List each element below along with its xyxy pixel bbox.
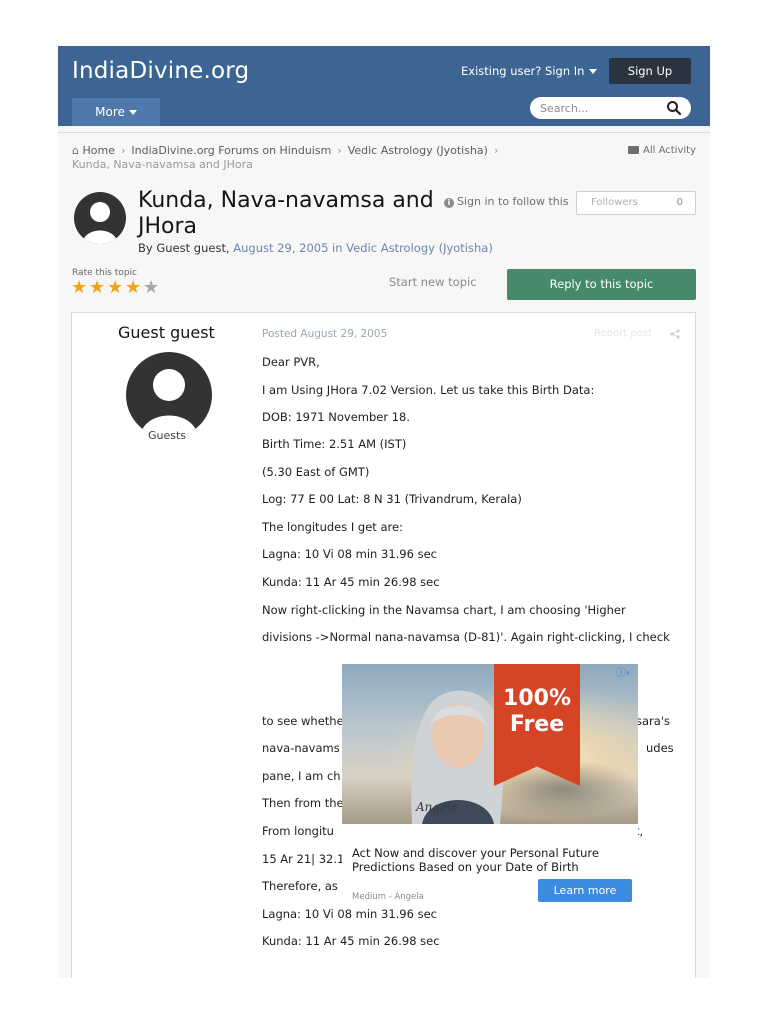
site-logo[interactable]: IndiaDivine.org [72, 58, 249, 84]
breadcrumb-current: Kunda, Nava-navamsa and JHora [72, 158, 253, 171]
star-icon-1[interactable]: ★ [71, 279, 89, 297]
search-box [530, 97, 691, 119]
followers-button[interactable]: Followers 0 [576, 191, 696, 215]
ad-source: Medium - Angela [352, 892, 424, 902]
post-text-fragment: From longitu [262, 824, 334, 838]
more-label: More [95, 105, 125, 119]
post-text-line: divisions ->Normal nana-navamsa (D-81)'.… [262, 630, 670, 644]
post-text-line: Dear PVR, [262, 355, 320, 369]
start-new-topic-link[interactable]: Start new topic [389, 275, 477, 289]
byline-prefix: By [138, 241, 153, 255]
all-activity-link[interactable]: All Activity [628, 145, 696, 156]
post-date[interactable]: Posted August 29, 2005 [262, 328, 387, 340]
breadcrumb-home[interactable]: Home [82, 144, 114, 157]
followers-label: Followers [591, 197, 638, 208]
topic-title: Kunda, Nava-navamsa and JHora [138, 188, 434, 239]
post-author-name[interactable]: Guest guest [118, 323, 215, 342]
report-post-link[interactable]: Report post [594, 328, 652, 339]
sign-up-button[interactable]: Sign Up [609, 58, 691, 84]
post-text-fragment: Then from the [262, 796, 344, 810]
advertisement[interactable]: 100% Free Angela ⓘ› Act Now and discover… [342, 664, 638, 908]
header-divider [58, 132, 710, 133]
post-text-line: The longitudes I get are: [262, 520, 403, 534]
reply-button[interactable]: Reply to this topic [507, 269, 696, 300]
post-text-line: Log: 77 E 00 Lat: 8 N 31 (Trivandrum, Ke… [262, 492, 522, 506]
share-icon[interactable] [670, 329, 680, 339]
breadcrumb: ⌂ Home › IndiaDivine.org Forums on Hinduis… [72, 144, 542, 172]
chevron-right-icon: › [337, 144, 342, 157]
post-text-line: (5.30 East of GMT) [262, 465, 370, 479]
all-activity-label: All Activity [643, 145, 696, 156]
star-icon-4[interactable]: ★ [125, 279, 143, 297]
breadcrumb-forums[interactable]: IndiaDivine.org Forums on Hinduism [131, 144, 331, 157]
byline-author[interactable]: Guest guest, [156, 241, 229, 255]
topic-author-avatar[interactable] [74, 192, 126, 244]
search-input[interactable] [540, 100, 660, 116]
post-text-line: Kunda: 11 Ar 45 min 26.98 sec [262, 934, 440, 948]
page: IndiaDivine.org Existing user? Sign In S… [58, 46, 710, 978]
breadcrumb-vedic-astrology[interactable]: Vedic Astrology (Jyotisha) [348, 144, 488, 157]
post-author-group: Guests [148, 429, 187, 442]
follow-label: Sign in to follow this [457, 195, 569, 208]
learn-more-button[interactable]: Learn more [538, 879, 632, 902]
post-text-fragment: to see whethe [262, 714, 344, 728]
sign-in-label: Existing user? Sign In [461, 64, 585, 78]
banner-percent: 100% [503, 686, 571, 711]
ad-signature: Angela [416, 800, 459, 814]
site-header: IndiaDivine.org Existing user? Sign In S… [58, 46, 710, 126]
post-text-fragment: pane, I am ch [262, 769, 341, 783]
chevron-right-icon: › [493, 144, 499, 157]
post-text-line: Now right-clicking in the Navamsa chart,… [262, 603, 626, 617]
user-silhouette-icon [82, 202, 118, 244]
user-silhouette-icon [140, 369, 198, 438]
banner-free: Free [509, 712, 565, 737]
ad-headline[interactable]: Act Now and discover your Personal Futur… [352, 846, 622, 874]
star-icon-3[interactable]: ★ [107, 279, 125, 297]
post-text-line: Lagna: 10 Vi 08 min 31.96 sec [262, 547, 437, 561]
post-text-line: Kunda: 11 Ar 45 min 26.98 sec [262, 575, 440, 589]
activity-icon [628, 146, 639, 154]
post-text-fragment: udes [646, 741, 674, 755]
caret-down-icon [128, 110, 137, 115]
follow-topic-link[interactable]: i Sign in to follow this [444, 195, 569, 208]
post-text-fragment: nava-navams [262, 741, 340, 755]
chevron-right-icon: › [120, 144, 126, 157]
star-icon-2[interactable]: ★ [89, 279, 107, 297]
caret-down-icon [589, 69, 598, 74]
more-menu-tab[interactable]: More [72, 98, 160, 126]
post-text-fragment: 15 Ar 21| 32.1 [262, 852, 345, 866]
topic-byline: By Guest guest, August 29, 2005 in Vedic… [138, 241, 493, 255]
post-author-avatar[interactable] [126, 352, 212, 438]
post-text-fragment: sara's [636, 714, 670, 728]
star-icon-5[interactable]: ★ [143, 279, 161, 297]
rating-stars[interactable]: ★ ★ ★ ★ ★ [71, 279, 161, 297]
post-text-line: Birth Time: 2.51 AM (IST) [262, 437, 407, 451]
sign-in-link[interactable]: Existing user? Sign In [461, 64, 598, 78]
post-text-line: DOB: 1971 November 18. [262, 410, 411, 424]
byline-date-forum[interactable]: August 29, 2005 in Vedic Astrology (Jyot… [233, 241, 493, 255]
info-icon: i [444, 198, 454, 208]
home-icon: ⌂ [72, 144, 79, 157]
search-icon[interactable] [666, 100, 682, 116]
adchoices-icon[interactable]: ⓘ› [616, 664, 630, 679]
followers-count: 0 [676, 197, 683, 208]
post-text-line: Lagna: 10 Vi 08 min 31.96 sec [262, 907, 437, 921]
post-text-line: I am Using JHora 7.02 Version. Let us ta… [262, 383, 595, 397]
ad-image[interactable]: 100% Free Angela [342, 664, 638, 824]
